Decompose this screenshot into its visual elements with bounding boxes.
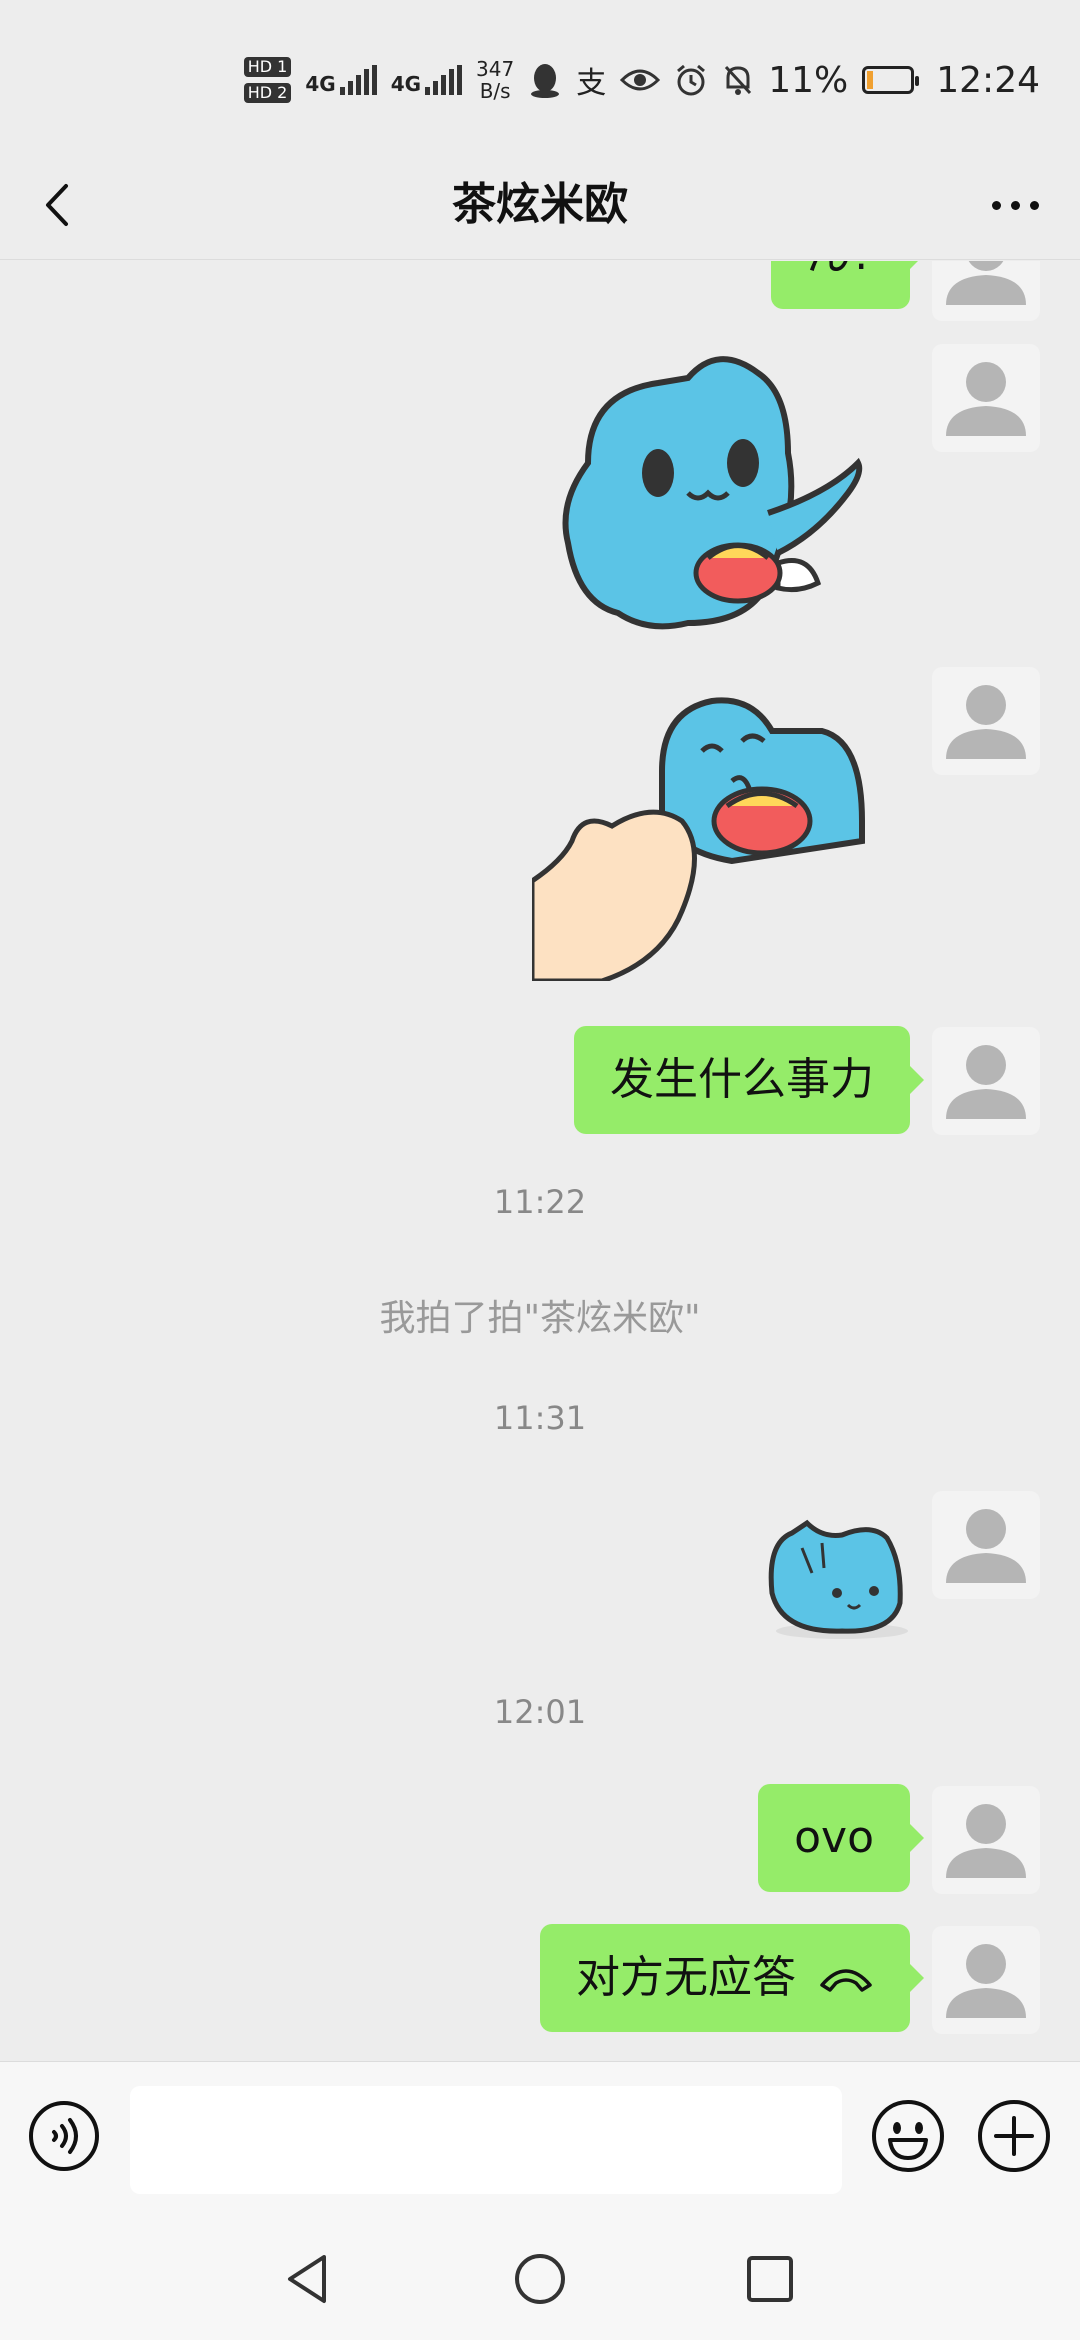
- mute-bell-icon: [725, 65, 752, 95]
- default-avatar-icon: [946, 1045, 1026, 1119]
- chat-title: 茶炫米欧: [452, 179, 628, 230]
- avatar[interactable]: [932, 1786, 1040, 1894]
- sim2-badge: HD 2: [243, 83, 292, 103]
- avatar[interactable]: [932, 1926, 1040, 2034]
- avatar[interactable]: [932, 261, 1040, 321]
- status-bar: HD 1 HD 2 4G 4G 347 B/s 支 11% 12:24: [0, 0, 1080, 150]
- eye-icon: [620, 69, 661, 91]
- signal-2: 4G: [391, 65, 463, 95]
- avatar[interactable]: [932, 1027, 1040, 1135]
- sticker-cat-hand[interactable]: [532, 691, 872, 981]
- message-list[interactable]: ん? 发生什么事力 11:22 我拍了拍"茶炫米欧" 11:31: [0, 261, 1080, 2061]
- system-navigation-bar: [0, 2211, 1080, 2340]
- default-avatar-icon: [946, 1804, 1026, 1878]
- call-status-text: 对方无应答: [576, 1952, 796, 2003]
- signal-1: 4G: [305, 65, 377, 95]
- message-input[interactable]: [130, 2086, 842, 2194]
- nav-home-circle-icon[interactable]: [512, 2251, 568, 2307]
- timestamp: 11:31: [493, 1399, 587, 1437]
- more-options-icon[interactable]: [980, 180, 1050, 230]
- voice-input-icon[interactable]: [28, 2100, 100, 2172]
- qq-penguin-icon: [531, 64, 560, 98]
- avatar[interactable]: [932, 1491, 1040, 1599]
- hang-up-phone-icon: [820, 1969, 872, 1992]
- sim1-badge: HD 1: [243, 57, 292, 77]
- more-functions-plus-icon[interactable]: [976, 2098, 1052, 2174]
- nav-back-triangle-icon[interactable]: [280, 2251, 336, 2307]
- call-status-bubble[interactable]: 对方无应答: [540, 1924, 924, 2032]
- default-avatar-icon: [946, 685, 1026, 759]
- default-avatar-icon: [946, 362, 1026, 436]
- status-icons: HD 1 HD 2 4G 4G 347 B/s 支 11% 12:24: [243, 52, 1040, 108]
- message-bubble-text[interactable]: ovo: [758, 1784, 924, 1892]
- default-avatar-icon: [946, 1509, 1026, 1583]
- chat-header: 茶炫米欧: [0, 150, 1080, 260]
- system-message: 我拍了拍"茶炫米欧": [379, 1298, 701, 1339]
- sticker-small-cat[interactable]: [762, 1513, 910, 1641]
- message-bubble-text[interactable]: ん?: [770, 261, 925, 309]
- clock: 12:24: [936, 59, 1040, 101]
- alipay-icon: 支: [576, 66, 607, 101]
- sticker-cat-purse[interactable]: [548, 353, 908, 643]
- timestamp: 11:22: [493, 1183, 587, 1221]
- avatar[interactable]: [932, 344, 1040, 452]
- default-avatar-icon: [946, 261, 1026, 305]
- battery-icon: [862, 66, 920, 94]
- emoji-icon[interactable]: [870, 2098, 946, 2174]
- alarm-icon: [677, 64, 706, 96]
- input-bar: [0, 2061, 1080, 2211]
- signal-bars-icon: [339, 65, 377, 95]
- nav-recents-square-icon[interactable]: [742, 2251, 798, 2307]
- timestamp: 12:01: [493, 1693, 587, 1731]
- avatar[interactable]: [932, 667, 1040, 775]
- message-bubble-text[interactable]: 发生什么事力: [574, 1026, 924, 1134]
- battery-percent: 11%: [768, 59, 849, 101]
- network-speed: 347 B/s: [476, 57, 515, 103]
- default-avatar-icon: [946, 1944, 1026, 2018]
- sim-indicators: HD 1 HD 2: [243, 57, 292, 103]
- signal-bars-icon: [425, 65, 463, 95]
